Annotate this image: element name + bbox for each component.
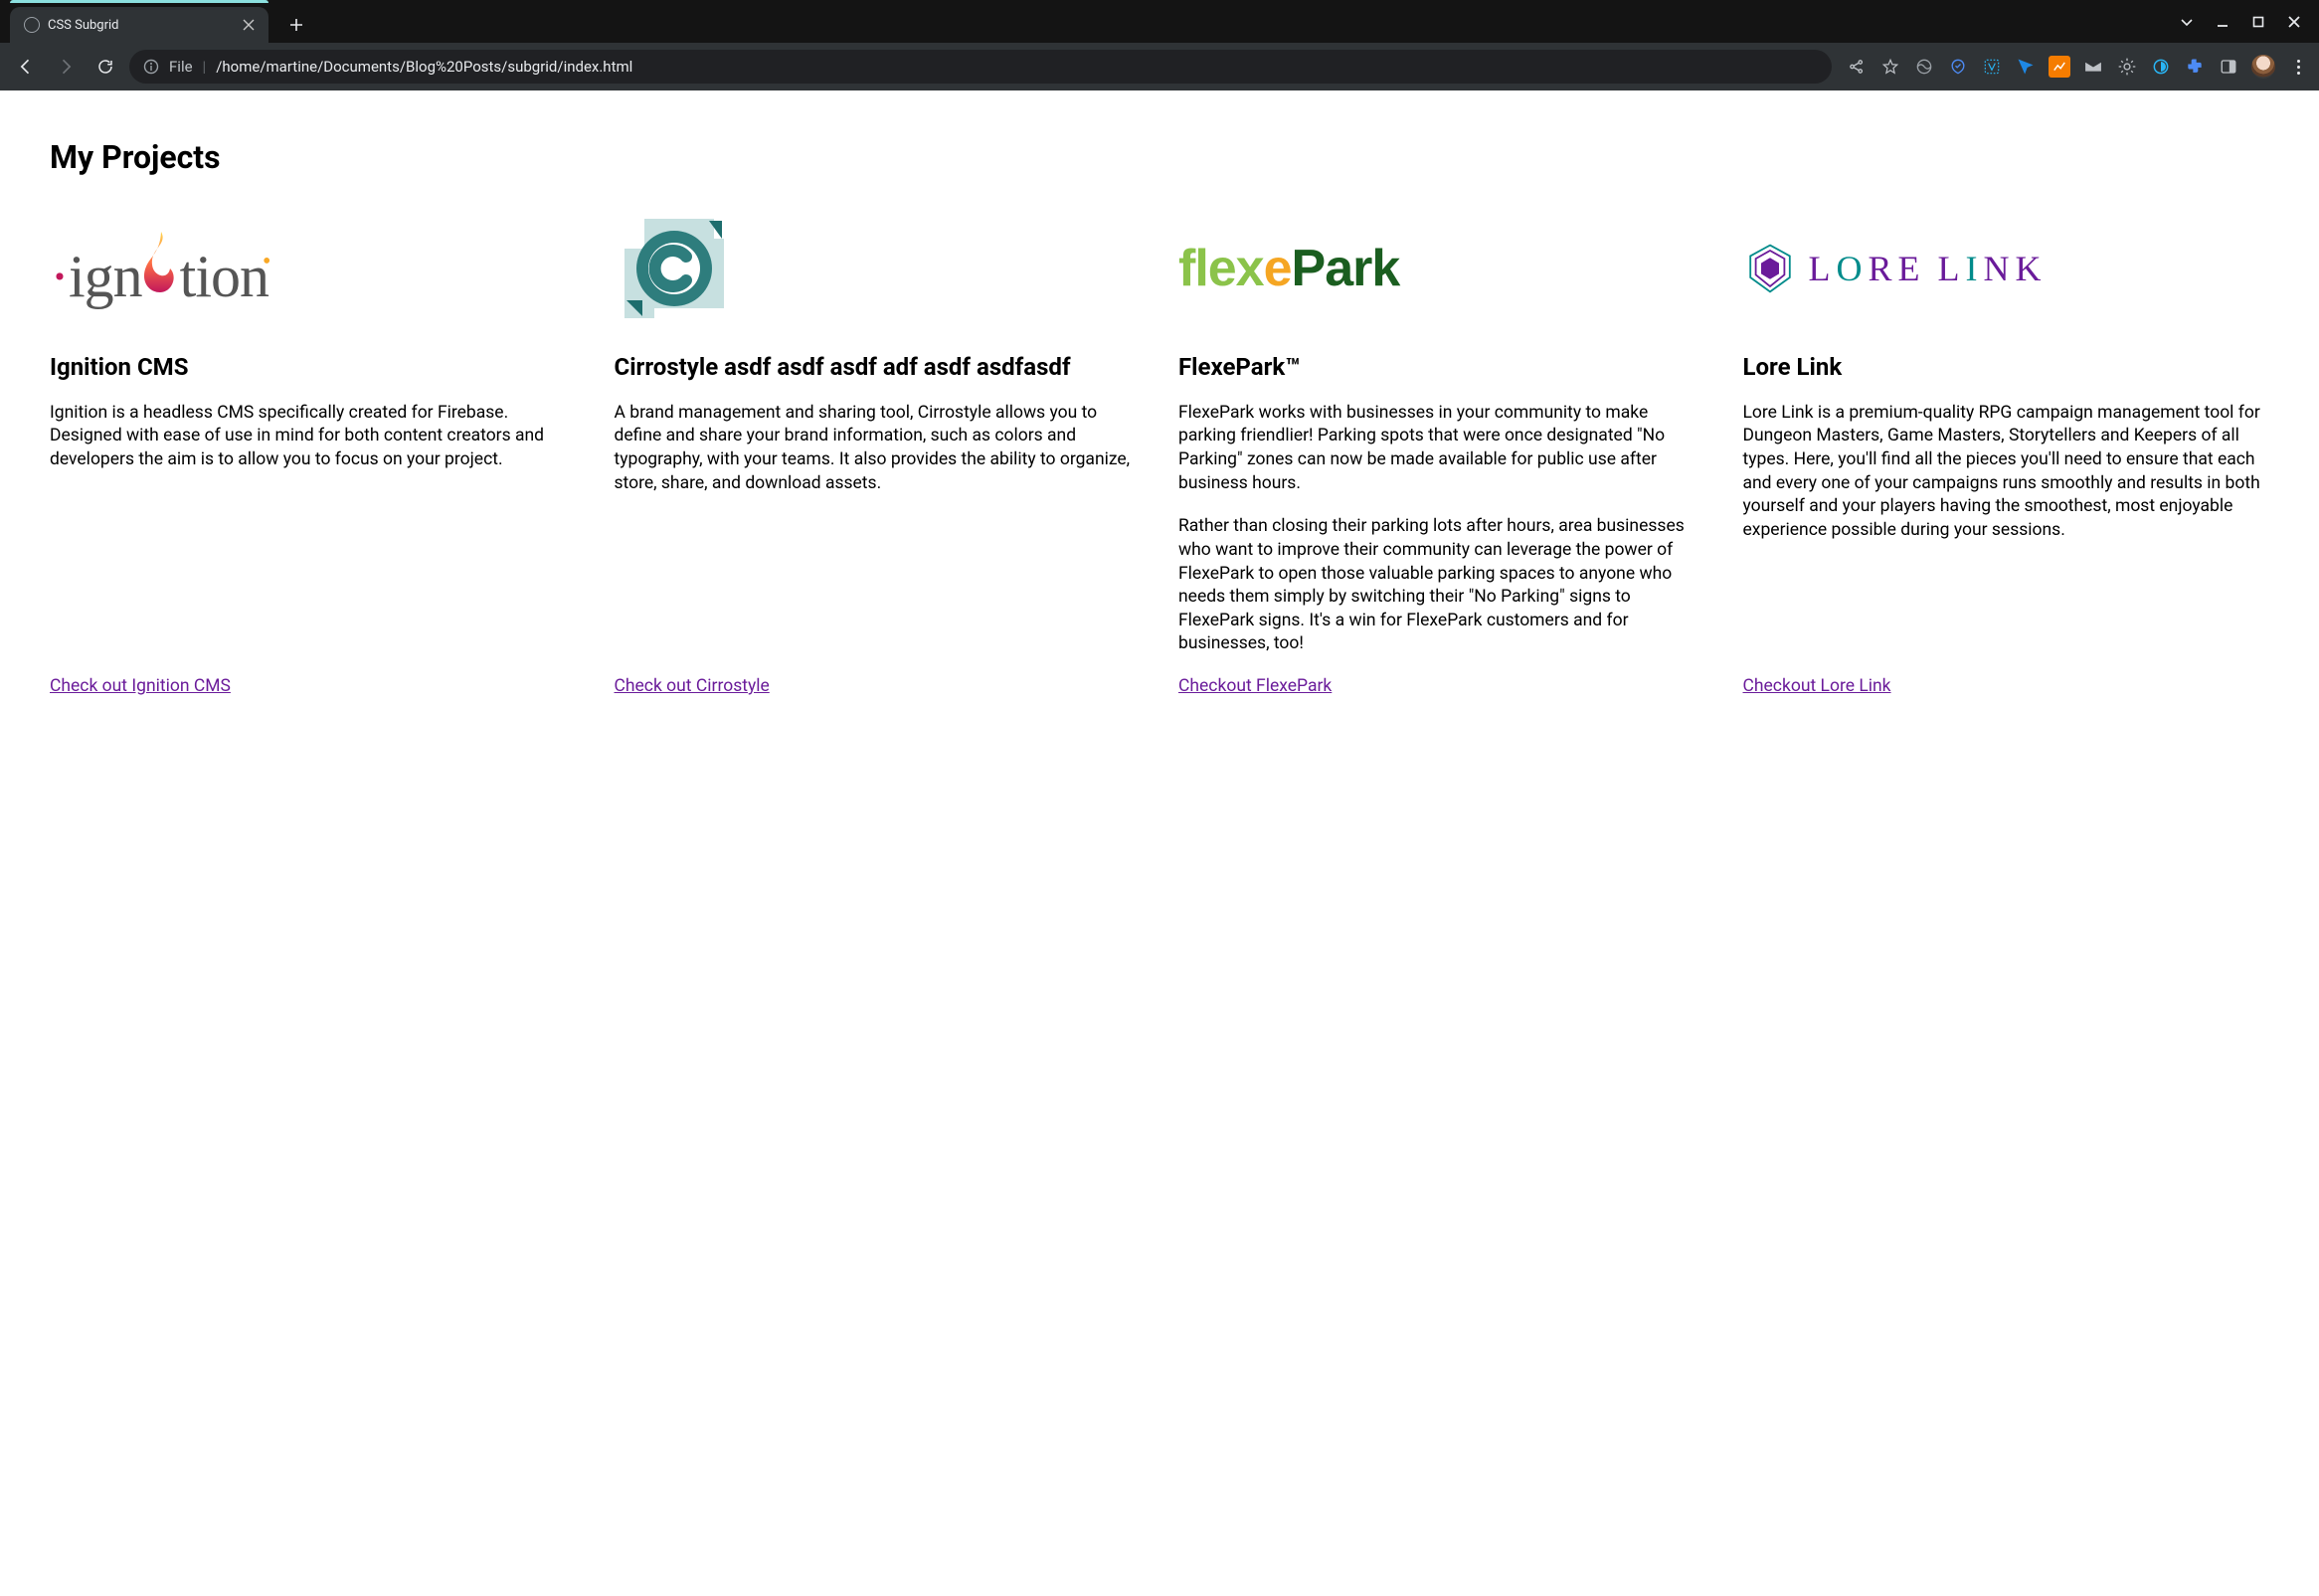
extension-icon[interactable] bbox=[1981, 56, 2003, 78]
minimize-button[interactable] bbox=[2214, 13, 2231, 31]
extensions-menu-icon[interactable] bbox=[2184, 56, 2206, 78]
page-viewport[interactable]: My Projects ·ign tion• bbox=[0, 90, 2319, 1596]
tab-title: CSS Subgrid bbox=[48, 18, 233, 33]
projects-grid: ·ign tion• Ignition CMS Ignition is a he… bbox=[50, 204, 2269, 696]
url-path: /home/martine/Documents/Blog%20Posts/sub… bbox=[216, 58, 632, 76]
project-title: Ignition CMS bbox=[50, 353, 577, 382]
new-tab-button[interactable] bbox=[282, 11, 310, 39]
project-link[interactable]: Checkout Lore Link bbox=[1743, 676, 2270, 696]
profile-avatar[interactable] bbox=[2251, 55, 2275, 79]
project-title: FlexePark™ bbox=[1178, 353, 1705, 382]
globe-icon bbox=[24, 17, 40, 33]
project-card: Cirrostyle asdf asdf asdf adf asdf asdfa… bbox=[615, 204, 1142, 696]
project-description: FlexePark works with businesses in your … bbox=[1178, 402, 1705, 656]
forward-button[interactable] bbox=[50, 51, 82, 83]
close-window-button[interactable] bbox=[2285, 13, 2303, 31]
extension-icon[interactable] bbox=[2116, 56, 2138, 78]
reload-button[interactable] bbox=[89, 51, 121, 83]
project-description: Lore Link is a premium-quality RPG campa… bbox=[1743, 402, 2270, 656]
project-link[interactable]: Check out Ignition CMS bbox=[50, 676, 577, 696]
extension-icon[interactable] bbox=[1947, 56, 1969, 78]
project-logo bbox=[615, 204, 1142, 333]
tabs-dropdown-button[interactable] bbox=[2178, 13, 2196, 31]
extensions-area bbox=[1840, 55, 2309, 79]
maximize-button[interactable] bbox=[2249, 13, 2267, 31]
project-card: flexePark FlexePark™ FlexePark works wit… bbox=[1178, 204, 1705, 696]
extension-icon[interactable] bbox=[2049, 56, 2070, 78]
page-heading: My Projects bbox=[50, 138, 2269, 176]
chrome-menu-button[interactable] bbox=[2287, 56, 2309, 78]
project-logo: flexePark bbox=[1178, 204, 1705, 333]
toolbar: File | /home/martine/Documents/Blog%20Po… bbox=[0, 43, 2319, 90]
extension-icon[interactable] bbox=[2150, 56, 2172, 78]
address-bar[interactable]: File | /home/martine/Documents/Blog%20Po… bbox=[129, 50, 1832, 84]
url-scheme: File bbox=[169, 58, 193, 76]
titlebar: CSS Subgrid bbox=[0, 0, 2319, 43]
project-description: A brand management and sharing tool, Cir… bbox=[615, 402, 1142, 656]
back-button[interactable] bbox=[10, 51, 42, 83]
project-description: Ignition is a headless CMS specifically … bbox=[50, 402, 577, 656]
project-link[interactable]: Check out Cirrostyle bbox=[615, 676, 1142, 696]
extension-icon[interactable] bbox=[2015, 56, 2037, 78]
close-tab-button[interactable] bbox=[241, 17, 257, 33]
project-link[interactable]: Checkout FlexePark bbox=[1178, 676, 1705, 696]
site-info-icon[interactable] bbox=[143, 59, 159, 75]
share-icon[interactable] bbox=[1846, 56, 1868, 78]
browser-window: CSS Subgrid bbox=[0, 0, 2319, 1596]
side-panel-icon[interactable] bbox=[2218, 56, 2239, 78]
project-card: ·ign tion• Ignition CMS Ignition is a he… bbox=[50, 204, 577, 696]
page-content: My Projects ·ign tion• bbox=[0, 90, 2319, 736]
project-logo: LORE LINK bbox=[1743, 204, 2270, 333]
project-title: Lore Link bbox=[1743, 353, 2270, 382]
bookmark-icon[interactable] bbox=[1879, 56, 1901, 78]
project-logo: ·ign tion• bbox=[50, 204, 577, 333]
browser-tab[interactable]: CSS Subgrid bbox=[10, 7, 268, 43]
extension-icon[interactable] bbox=[1913, 56, 1935, 78]
extension-icon[interactable] bbox=[2082, 56, 2104, 78]
project-card: LORE LINK Lore Link Lore Link is a premi… bbox=[1743, 204, 2270, 696]
window-controls bbox=[2178, 0, 2319, 43]
project-title: Cirrostyle asdf asdf asdf adf asdf asdfa… bbox=[615, 353, 1142, 382]
